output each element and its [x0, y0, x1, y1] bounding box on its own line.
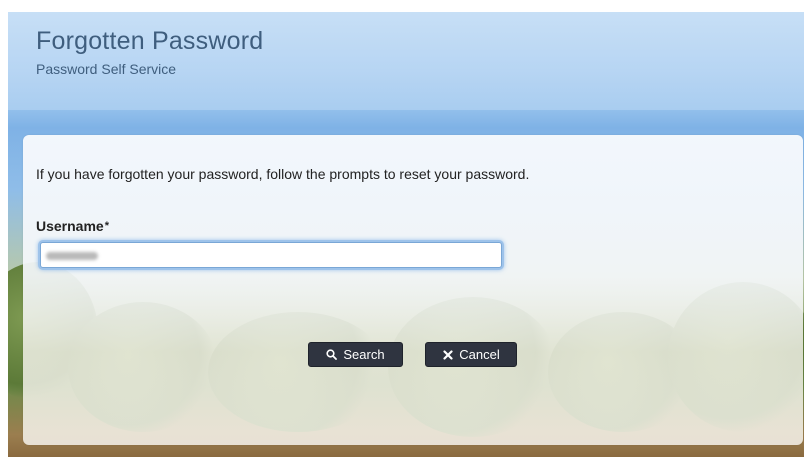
search-button[interactable]: Search [308, 342, 403, 367]
username-input[interactable] [40, 242, 502, 268]
username-label-text: Username [36, 218, 104, 234]
cancel-button[interactable]: Cancel [425, 342, 517, 367]
page: Forgotten Password Password Self Service… [0, 0, 804, 457]
required-marker: * [104, 220, 109, 232]
instructions-text: If you have forgotten your password, fol… [36, 166, 530, 182]
page-subtitle: Password Self Service [36, 61, 177, 77]
page-title: Forgotten Password [36, 27, 264, 55]
close-icon [442, 349, 453, 360]
search-button-label: Search [343, 347, 385, 362]
cancel-button-label: Cancel [459, 347, 500, 362]
username-label: Username* [36, 218, 109, 234]
search-icon [326, 349, 338, 360]
obscured-username-value [46, 252, 98, 260]
